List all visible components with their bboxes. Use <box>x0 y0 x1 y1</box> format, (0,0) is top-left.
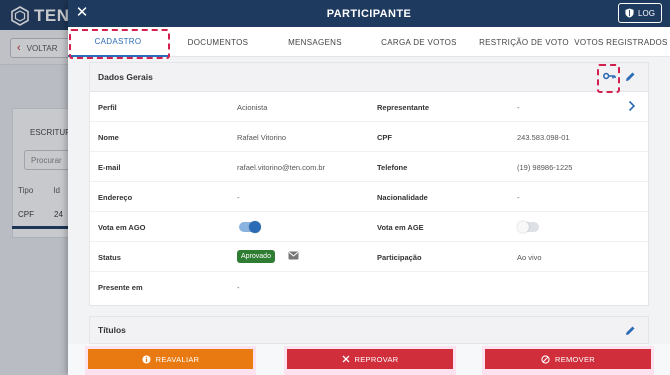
participante-drawer: ✕ PARTICIPANTE LOG CADASTRO DOCUMENTOS M… <box>68 0 670 375</box>
tab-votos-registrados[interactable]: VOTOS REGISTRADOS <box>572 27 670 57</box>
reprovar-label: REPROVAR <box>354 354 399 364</box>
x-icon <box>342 355 349 363</box>
label-representante: Representante <box>377 103 430 112</box>
reavaliar-label: REAVALIAR <box>155 354 200 364</box>
mail-icon[interactable] <box>288 251 299 260</box>
dados-gerais-card: Dados Gerais Perfil Acionista Representa… <box>89 62 649 306</box>
drawer-title: PARTICIPANTE <box>326 7 412 20</box>
label-perfil: Perfil <box>98 103 117 112</box>
remover-label: REMOVER <box>554 354 596 364</box>
label-nacionalidade: Nacionalidade <box>377 193 428 202</box>
row-endereco: Endereço - Nacionalidade - <box>90 182 648 212</box>
row-nome: Nome Rafael Vitorino CPF 243.583.098-01 <box>90 122 648 152</box>
label-telefone: Telefone <box>377 163 408 172</box>
label-status: Status <box>98 253 121 262</box>
value-presente-em: - <box>237 283 240 292</box>
log-button[interactable]: LOG <box>618 3 662 23</box>
toggle-knob <box>249 221 261 233</box>
toggle-knob <box>517 221 529 233</box>
value-telefone: (19) 98986-1225 <box>517 163 573 172</box>
label-participacao: Participação <box>377 253 422 262</box>
row-presente-em: Presente em - <box>90 272 648 302</box>
value-cpf: 243.583.098-01 <box>517 133 570 142</box>
tab-documentos[interactable]: DOCUMENTOS <box>168 27 268 57</box>
value-endereco: - <box>237 193 240 202</box>
tab-cadastro[interactable]: CADASTRO <box>68 27 168 57</box>
value-nome: Rafael Vitorino <box>237 133 287 142</box>
log-label: LOG <box>638 8 655 18</box>
label-vota-ago: Vota em AGO <box>98 223 146 232</box>
dados-gerais-title: Dados Gerais <box>98 72 153 82</box>
row-email: E-mail rafael.vitorino@ten.com.br Telefo… <box>90 152 648 182</box>
tab-restricao-de-voto[interactable]: RESTRIÇÃO DE VOTO <box>476 27 572 57</box>
close-icon[interactable]: ✕ <box>74 5 90 21</box>
label-presente-em: Presente em <box>98 283 143 292</box>
tab-mensagens[interactable]: MENSAGENS <box>268 27 362 57</box>
drawer-header: ✕ PARTICIPANTE LOG <box>68 0 670 27</box>
label-nome: Nome <box>98 133 119 142</box>
ban-icon <box>541 354 550 364</box>
chevron-right-icon[interactable] <box>628 100 636 112</box>
drawer-tabs: CADASTRO DOCUMENTOS MENSAGENS CARGA DE V… <box>68 27 670 57</box>
value-email: rafael.vitorino@ten.com.br <box>237 163 326 172</box>
dados-gerais-header: Dados Gerais <box>90 63 648 93</box>
titulos-section: Títulos <box>89 316 649 344</box>
status-badge: Aprovado <box>237 250 275 263</box>
info-icon <box>142 354 151 364</box>
label-endereco: Endereço <box>98 193 133 202</box>
pencil-icon[interactable] <box>625 325 636 336</box>
drawer-footer: REAVALIAR REPROVAR REMOVER <box>68 344 670 375</box>
value-participacao: Ao vivo <box>517 253 542 262</box>
value-nacionalidade: - <box>517 193 520 202</box>
vota-age-toggle[interactable] <box>517 221 539 233</box>
reavaliar-wrapper: REAVALIAR <box>85 346 256 375</box>
reprovar-button[interactable]: REPROVAR <box>287 349 453 369</box>
row-perfil: Perfil Acionista Representante - <box>90 92 648 122</box>
value-perfil: Acionista <box>237 103 268 112</box>
label-email: E-mail <box>98 163 121 172</box>
shield-icon <box>625 8 634 18</box>
titulos-title: Títulos <box>98 325 126 335</box>
vota-ago-toggle[interactable] <box>239 221 261 233</box>
pencil-icon[interactable] <box>625 71 636 82</box>
row-votacao: Vota em AGO Vota em AGE <box>90 212 648 242</box>
reavaliar-button[interactable]: REAVALIAR <box>88 349 253 369</box>
label-vota-age: Vota em AGE <box>377 223 424 232</box>
remover-button[interactable]: REMOVER <box>485 349 651 369</box>
tab-carga-de-votos[interactable]: CARGA DE VOTOS <box>362 27 476 57</box>
value-representante: - <box>517 103 520 112</box>
remover-wrapper: REMOVER <box>482 346 654 375</box>
reprovar-wrapper: REPROVAR <box>284 346 456 375</box>
key-icon[interactable] <box>603 72 616 80</box>
label-cpf: CPF <box>377 133 392 142</box>
row-status: Status Aprovado Participação Ao vivo <box>90 242 648 272</box>
